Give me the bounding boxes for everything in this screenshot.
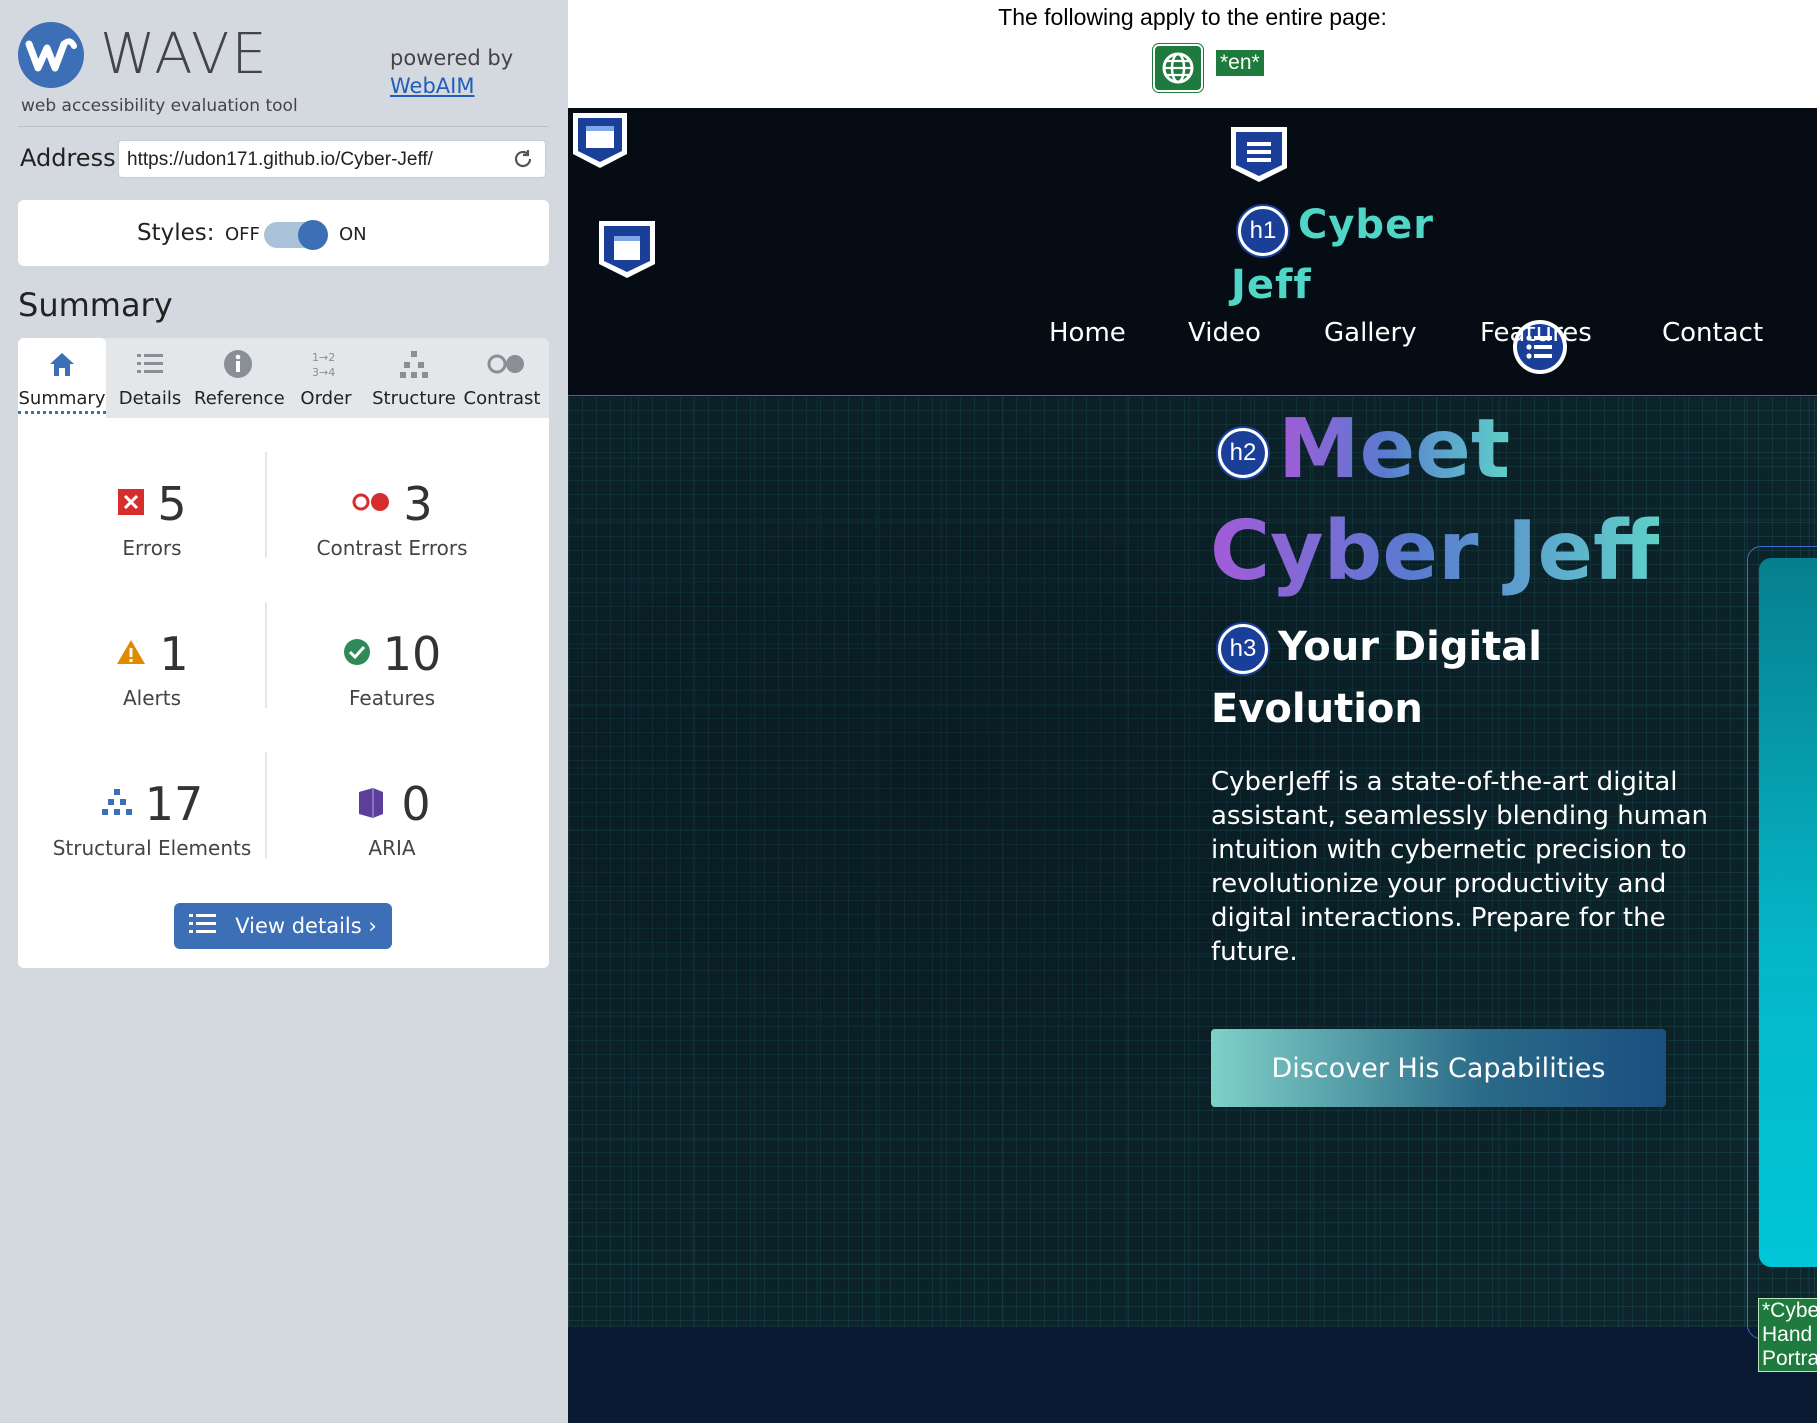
list-icon	[189, 912, 217, 941]
language-tag[interactable]: *en*	[1216, 50, 1264, 76]
address-field[interactable]: https://udon171.github.io/Cyber-Jeff/	[118, 140, 546, 178]
styles-toggle-panel: Styles: OFF ON	[18, 200, 549, 266]
hero-subtitle-line1: Your Digital	[1278, 624, 1542, 670]
site-brand-line1[interactable]: Cyber	[1298, 202, 1434, 248]
features-label: Features	[349, 686, 435, 710]
banner-region-icon[interactable]	[596, 218, 658, 286]
alerts-label: Alerts	[122, 686, 182, 710]
structure-icon	[101, 788, 133, 820]
order-icon: 1→2 3→4	[310, 348, 342, 380]
errors-count: 5	[157, 477, 187, 531]
alerts-count: 1	[159, 627, 189, 681]
list-icon	[134, 348, 166, 380]
contrast-errors-label: Contrast Errors	[316, 536, 468, 560]
styles-on-label: ON	[339, 224, 367, 245]
errors-label: Errors	[122, 536, 182, 560]
contrast-errors-count: 3	[403, 477, 433, 531]
nav-features[interactable]: Features	[1480, 318, 1592, 348]
reload-icon[interactable]	[511, 147, 535, 171]
stat-errors[interactable]: 5 Errors	[32, 476, 272, 560]
aria-icon	[353, 784, 389, 824]
image-alt-text: *Cyber Hand Portrait*	[1758, 1298, 1817, 1372]
hero-title-line1: Meet	[1278, 400, 1510, 500]
view-details-button[interactable]: View details ›	[174, 903, 392, 949]
styles-label: Styles:	[137, 220, 215, 246]
address-label: Address:	[20, 144, 124, 172]
styles-off-label: OFF	[225, 224, 260, 245]
h3-badge-icon[interactable]: h3	[1218, 624, 1268, 674]
toggle-knob[interactable]	[298, 220, 328, 250]
nav-video[interactable]: Video	[1188, 318, 1261, 348]
home-icon	[46, 348, 78, 380]
tab-label: Details	[118, 388, 182, 409]
globe-icon[interactable]	[1153, 44, 1203, 92]
aria-count: 0	[401, 777, 431, 831]
summary-heading: Summary	[18, 286, 173, 324]
nav-gallery[interactable]: Gallery	[1324, 318, 1417, 348]
structural-count: 17	[144, 777, 204, 831]
styles-toggle[interactable]	[264, 220, 328, 250]
page-level-bar: The following apply to the entire page: …	[568, 0, 1817, 108]
hero-title-line2: Cyber Jeff	[1210, 502, 1659, 602]
page-preview: The following apply to the entire page: …	[568, 0, 1817, 1423]
divider	[18, 126, 548, 127]
wave-sidebar: WAVE web accessibility evaluation tool p…	[0, 0, 568, 1423]
stat-aria[interactable]: 0 ARIA	[272, 776, 512, 860]
address-value[interactable]: https://udon171.github.io/Cyber-Jeff/	[127, 149, 433, 171]
site-brand-line2[interactable]: Jeff	[1231, 262, 1312, 308]
tab-label: Summary	[18, 388, 106, 414]
h2-badge-icon[interactable]: h2	[1218, 428, 1268, 478]
view-details-label: View details ›	[235, 914, 377, 938]
wave-logo-icon	[18, 22, 84, 88]
tab-label: Order	[300, 388, 352, 409]
error-icon	[117, 488, 145, 520]
contrast-error-icon	[351, 490, 391, 518]
webaim-link[interactable]: WebAIM	[390, 72, 513, 100]
aria-label: ARIA	[368, 836, 416, 860]
header-region-icon[interactable]	[570, 110, 630, 176]
wave-logo-text: WAVE	[100, 22, 269, 87]
hero-paragraph: CyberJeff is a state-of-the-art digital …	[1211, 767, 1708, 967]
info-icon	[222, 348, 254, 380]
hero-subtitle-line2: Evolution	[1211, 686, 1423, 732]
stat-features[interactable]: 10 Features	[272, 626, 512, 710]
navigation-region-icon[interactable]	[1228, 124, 1290, 190]
tab-reference[interactable]: Reference	[194, 338, 285, 418]
tab-label: Structure	[372, 388, 456, 409]
tab-summary[interactable]: Summary	[18, 338, 106, 418]
summary-panel: 5 Errors 3 Contrast Errors 1 Alerts 10 F…	[18, 418, 549, 968]
svg-text:1→2: 1→2	[312, 351, 335, 364]
powered-by: powered by WebAIM	[390, 44, 513, 100]
robot-hand-illustration	[1759, 558, 1817, 1267]
page-level-text: The following apply to the entire page:	[998, 4, 1387, 30]
powered-by-label: powered by	[390, 46, 514, 70]
h1-badge-icon[interactable]: h1	[1238, 206, 1288, 256]
nav-contact[interactable]: Contact	[1662, 318, 1763, 348]
cyber-hand-image	[1759, 558, 1817, 1267]
contrast-icon	[486, 348, 524, 380]
structural-label: Structural Elements	[52, 836, 252, 860]
tab-label: Reference	[194, 388, 285, 409]
stat-alerts[interactable]: 1 Alerts	[32, 626, 272, 710]
feature-icon	[343, 638, 371, 670]
site-header	[568, 108, 1817, 396]
tab-contrast[interactable]: Contrast	[458, 338, 546, 418]
stat-contrast-errors[interactable]: 3 Contrast Errors	[272, 476, 512, 560]
tab-order[interactable]: 1→2 3→4 Order	[282, 338, 370, 418]
tab-details[interactable]: Details	[106, 338, 194, 418]
wave-subtitle: web accessibility evaluation tool	[21, 96, 298, 116]
svg-text:3→4: 3→4	[312, 366, 335, 379]
stat-structural-elements[interactable]: 17 Structural Elements	[32, 776, 272, 860]
structure-icon	[398, 348, 430, 380]
tab-label: Contrast	[463, 388, 541, 409]
discover-button[interactable]: Discover His Capabilities	[1211, 1029, 1666, 1107]
next-section	[568, 1327, 1817, 1423]
nav-home[interactable]: Home	[1049, 318, 1126, 348]
tab-bar: Summary Details Reference 1→2 3→4 Order S…	[18, 338, 549, 418]
features-count: 10	[382, 627, 442, 681]
tab-structure[interactable]: Structure	[370, 338, 458, 418]
alert-icon	[115, 638, 147, 670]
